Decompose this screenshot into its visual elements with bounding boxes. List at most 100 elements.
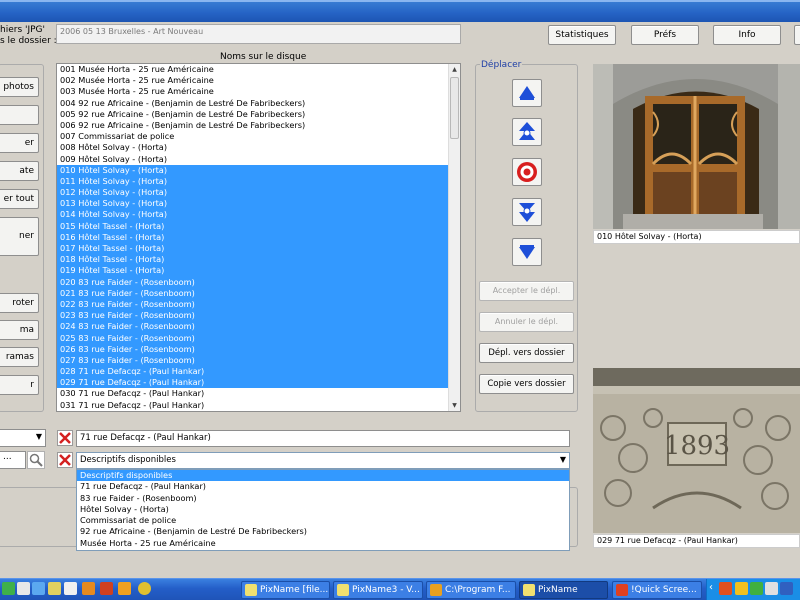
file-list-item[interactable]: 012 Hôtel Solvay - (Horta) <box>57 187 460 199</box>
move-panel-title: Déplacer <box>480 60 523 70</box>
file-list-item[interactable]: 003 Musée Horta - 25 rue Américaine <box>57 86 460 97</box>
task-quick-screenshot[interactable]: !Quick Scree... <box>612 581 702 599</box>
file-list-item[interactable]: 007 Commissariat de police <box>57 131 460 142</box>
name-input[interactable]: 71 rue Defacqz - (Paul Hankar) <box>76 430 570 447</box>
file-list-item[interactable]: 024 83 rue Faider - (Rosenboom) <box>57 321 460 333</box>
clear-description-button[interactable] <box>57 452 73 468</box>
file-list-item[interactable]: 021 83 rue Faider - (Rosenboom) <box>57 287 460 299</box>
file-list-item[interactable]: 010 Hôtel Solvay - (Horta) <box>57 164 460 176</box>
preferences-button[interactable]: Préfs <box>631 25 699 45</box>
task-pixname3[interactable]: PixName3 - V... <box>333 581 423 599</box>
app-icon <box>616 584 628 596</box>
statistics-button[interactable]: Statistiques <box>548 25 616 45</box>
file-list-item[interactable]: 023 83 rue Faider - (Rosenboom) <box>57 310 460 322</box>
target-icon <box>517 162 537 182</box>
move-bottom-button[interactable] <box>512 198 542 226</box>
preview-photo-bottom[interactable]: 1893 <box>593 368 800 533</box>
left-combo[interactable]: ▼ <box>0 429 46 447</box>
quicklaunch-icon-7[interactable] <box>118 582 131 595</box>
scroll-down-icon[interactable]: ▼ <box>449 400 460 411</box>
tray-icon-1[interactable] <box>719 582 732 595</box>
folder-name-field[interactable]: 2006 05 13 Bruxelles - Art Nouveau <box>56 24 461 44</box>
red-x-icon <box>59 432 71 444</box>
description-option[interactable]: 83 rue Faider - (Rosenboom) <box>77 493 569 504</box>
file-list-item[interactable]: 027 83 rue Faider - (Rosenboom) <box>57 354 460 367</box>
tray-expand-icon[interactable]: ‹ <box>709 582 713 593</box>
task-program-files[interactable]: C:\Program F... <box>426 581 516 599</box>
tray-icon-4[interactable] <box>765 582 778 595</box>
quicklaunch-icon-8[interactable] <box>138 582 151 595</box>
move-to-folder-button[interactable]: Dépl. vers dossier <box>479 343 574 363</box>
description-option[interactable]: 71 rue Defacqz - (Paul Hankar) <box>77 481 569 492</box>
file-list-item[interactable]: 014 Hôtel Solvay - (Horta) <box>57 209 460 221</box>
task-label: PixName <box>538 585 578 595</box>
clear-name-button[interactable] <box>57 430 73 446</box>
move-top-button[interactable] <box>512 118 542 146</box>
window-title-bar[interactable] <box>0 0 800 22</box>
task-pixname-active[interactable]: PixName <box>519 581 608 599</box>
description-dropdown-list[interactable]: Descriptifs disponibles 71 rue Defacqz - … <box>76 469 570 551</box>
search-field[interactable]: ... <box>0 451 26 469</box>
file-list-item[interactable]: 028 71 rue Defacqz - (Paul Hankar) <box>57 366 460 378</box>
tray-icon-3[interactable] <box>750 582 763 595</box>
file-list-item[interactable]: 025 83 rue Faider - (Rosenboom) <box>57 332 460 344</box>
tray-icon-2[interactable] <box>735 582 748 595</box>
accept-move-button[interactable]: Accepter le dépl. <box>479 281 574 301</box>
description-dropdown[interactable]: Descriptifs disponibles ▼ <box>76 452 570 469</box>
file-list-item[interactable]: 016 Hôtel Tassel - (Horta) <box>57 231 460 243</box>
scroll-thumb[interactable] <box>450 77 459 139</box>
extra-button[interactable] <box>794 25 800 45</box>
file-list-item[interactable]: 013 Hôtel Solvay - (Horta) <box>57 198 460 210</box>
file-list-item[interactable]: 008 Hôtel Solvay - (Horta) <box>57 142 460 153</box>
description-option[interactable]: Descriptifs disponibles <box>77 470 569 482</box>
start-icon[interactable] <box>2 582 15 595</box>
description-option[interactable]: Commissariat de police <box>77 515 569 526</box>
file-list-item[interactable]: 001 Musée Horta - 25 rue Américaine <box>57 64 460 75</box>
file-list-item[interactable]: 031 71 rue Defacqz - (Paul Hankar) <box>57 400 460 411</box>
file-list-title: Noms sur le disque <box>220 52 307 62</box>
combo-arrow-icon: ▼ <box>35 432 42 441</box>
file-list-item[interactable]: 018 Hôtel Tassel - (Horta) <box>57 254 460 266</box>
description-option[interactable]: Musée Horta - 25 rue Américaine <box>77 538 569 549</box>
description-option[interactable]: Hôtel Solvay - (Horta) <box>77 504 569 515</box>
files-label-line2: s le dossier : <box>0 36 57 46</box>
file-list-item[interactable]: 026 83 rue Faider - (Rosenboom) <box>57 343 460 355</box>
file-list-item[interactable]: 020 83 rue Faider - (Rosenboom) <box>57 276 460 288</box>
task-pixname-file[interactable]: PixName [file... <box>241 581 330 599</box>
file-list-item[interactable]: 030 71 rue Defacqz - (Paul Hankar) <box>57 388 460 399</box>
search-button[interactable] <box>27 451 45 469</box>
center-target-button[interactable] <box>512 158 542 186</box>
file-list-item[interactable]: 022 83 rue Faider - (Rosenboom) <box>57 298 460 311</box>
quicklaunch-icon-3[interactable] <box>48 582 61 595</box>
quicklaunch-icon-1[interactable] <box>17 582 30 595</box>
file-list-item[interactable]: 005 92 rue Africaine - (Benjamin de Lest… <box>57 109 460 120</box>
move-up-icon <box>519 86 535 100</box>
file-list-item[interactable]: 015 Hôtel Tassel - (Horta) <box>57 220 460 232</box>
move-up-button[interactable] <box>512 79 542 107</box>
file-list-item[interactable]: 011 Hôtel Solvay - (Horta) <box>57 175 460 188</box>
move-down-button[interactable] <box>512 238 542 266</box>
scroll-up-icon[interactable]: ▲ <box>449 64 460 75</box>
file-list-item[interactable]: 009 Hôtel Solvay - (Horta) <box>57 154 460 165</box>
task-label: PixName [file... <box>260 585 329 595</box>
copy-to-folder-button[interactable]: Copie vers dossier <box>479 374 574 394</box>
file-list[interactable]: 001 Musée Horta - 25 rue Américaine 002 M… <box>56 63 461 412</box>
cancel-move-button[interactable]: Annuler le dépl. <box>479 312 574 332</box>
file-list-item[interactable]: 017 Hôtel Tassel - (Horta) <box>57 243 460 255</box>
file-list-item[interactable]: 019 Hôtel Tassel - (Horta) <box>57 265 460 277</box>
file-list-item[interactable]: 029 71 rue Defacqz - (Paul Hankar) <box>57 377 460 389</box>
quicklaunch-icon-4[interactable] <box>64 582 77 595</box>
description-option[interactable]: 92 rue Africaine - (Benjamin de Lestré D… <box>77 526 569 537</box>
firefox-icon[interactable] <box>100 582 113 595</box>
info-button[interactable]: Info <box>713 25 781 45</box>
file-list-item[interactable]: 004 92 rue Africaine - (Benjamin de Lest… <box>57 98 460 109</box>
move-bottom-icon <box>519 203 535 222</box>
preview-photo-top[interactable] <box>593 64 800 229</box>
quicklaunch-icon-2[interactable] <box>32 582 45 595</box>
quicklaunch-icon-5[interactable] <box>82 582 95 595</box>
title-bar-highlight <box>0 0 800 2</box>
file-list-scrollbar[interactable]: ▲ ▼ <box>448 64 460 411</box>
file-list-item[interactable]: 006 92 rue Africaine - (Benjamin de Lest… <box>57 120 460 131</box>
file-list-item[interactable]: 002 Musée Horta - 25 rue Américaine <box>57 75 460 86</box>
tray-icon-5[interactable] <box>780 582 793 595</box>
